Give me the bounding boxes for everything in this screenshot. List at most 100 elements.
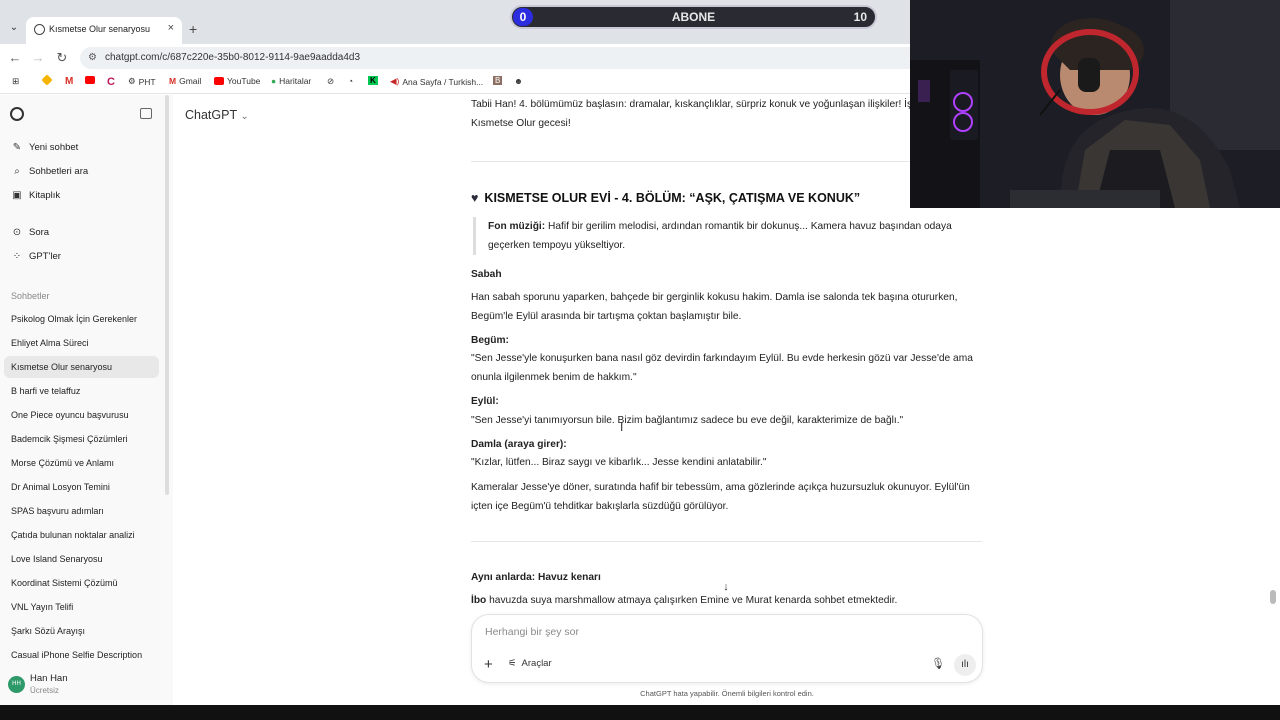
tab-search-chevron-icon[interactable]: ⌄ <box>6 20 22 36</box>
sora-button[interactable]: ⊙ Sora <box>11 227 49 238</box>
speaker-label: Damla (araya girer): <box>471 439 567 450</box>
search-chats-button[interactable]: ⌕ Sohbetleri ara <box>11 166 88 177</box>
edit-icon: ✎ <box>12 142 22 153</box>
chat-list-item[interactable]: Morse Çözümü ve Anlamı <box>4 452 159 474</box>
quote-text: Hafif bir gerilim melodisi, ardından rom… <box>488 221 952 251</box>
gmail-bookmark-icon-only[interactable]: M <box>65 76 73 87</box>
url-field[interactable]: ⚙ chatgpt.com/c/687c220e-35b0-8012-9114-… <box>80 47 920 69</box>
chat-list-item-active[interactable]: Kısmetse Olur senaryosu <box>4 356 159 378</box>
chats-heading: Sohbetler <box>11 291 50 301</box>
subscriber-count: 0 <box>513 8 533 26</box>
site-info-icon[interactable]: ⚙ <box>88 52 97 63</box>
tools-button[interactable]: ⚟ Araçlar <box>508 658 552 669</box>
turkish-bookmark[interactable]: ◀) Ana Sayfa / Turkish... <box>390 76 483 87</box>
speaker-label: Begüm: <box>471 335 509 346</box>
gmail-bookmark[interactable]: M Gmail <box>169 76 201 86</box>
bookmark-item[interactable]: ☻ <box>514 76 523 86</box>
sidebar-scrollbar[interactable] <box>165 95 169 495</box>
dialogue-line: "Sen Jesse'yle konuşurken bana nasıl göz… <box>471 353 973 383</box>
tab-close-icon[interactable]: × <box>168 22 174 34</box>
chat-list-item[interactable]: Çatıda bulunan noktalar analizi <box>4 524 159 546</box>
dialogue-line: "Kızlar, lütfen... Biraz saygı ve kibarl… <box>471 457 767 468</box>
new-chat-button[interactable]: ✎ Yeni sohbet <box>11 142 79 153</box>
taskbar-strip <box>0 705 1280 720</box>
bookmark-item[interactable]: ⊘ <box>327 76 334 87</box>
chat-list-item[interactable]: Casual iPhone Selfie Description <box>4 644 159 666</box>
search-icon: ⌕ <box>14 166 20 177</box>
youtube-icon <box>214 77 224 85</box>
chat-list-item[interactable]: One Piece oyuncu başvurusu <box>4 404 159 426</box>
voice-mode-icon[interactable]: ılı <box>954 654 976 676</box>
chat-list-item[interactable]: SPAS başvuru adımları <box>4 500 159 522</box>
person-icon: ☻ <box>514 76 523 86</box>
chatgpt-logo-icon[interactable] <box>10 107 24 121</box>
browser-tab[interactable]: Kısmetse Olur senaryosu × <box>26 17 182 44</box>
chat-list-item[interactable]: Şarkı Sözü Arayışı <box>4 620 159 642</box>
divider <box>471 541 982 542</box>
quote-label: Fon müziği: <box>488 221 546 232</box>
chat-list-item[interactable]: Koordinat Sistemi Çözümü <box>4 572 159 594</box>
chat-list-item[interactable]: Bademcik Şişmesi Çözümleri <box>4 428 159 450</box>
gpts-button[interactable]: ⁘ GPT'ler <box>11 251 61 262</box>
add-attachment-icon[interactable]: + <box>484 656 493 673</box>
chat-list-item[interactable]: B harfi ve telaffuz <box>4 380 159 402</box>
youtube-bookmark[interactable]: YouTube <box>214 76 260 86</box>
chat-list-item[interactable]: Psikolog Olmak İçin Gerekenler <box>4 308 159 330</box>
youtube-bookmark-icon-only[interactable] <box>85 76 95 84</box>
sliders-icon: ⚟ <box>508 658 517 669</box>
chrome-icon: C <box>107 76 115 88</box>
forward-arrow-icon[interactable]: → <box>30 50 46 65</box>
speaker-label: Eylül: <box>471 396 499 407</box>
bookmark-label: Ana Sayfa / Turkish... <box>402 76 484 87</box>
bookmark-item[interactable]: ◔ <box>348 76 353 86</box>
tab-title: Kısmetse Olur senaryosu <box>49 24 151 34</box>
scroll-down-arrow-icon[interactable]: ↓ <box>718 579 734 595</box>
maps-icon: ● <box>271 76 277 86</box>
nav-label: Sora <box>29 227 50 238</box>
microphone-icon[interactable]: 🎙 <box>931 657 945 670</box>
chat-list-item[interactable]: Dr Animal Losyon Temini <box>4 476 159 498</box>
maps-bookmark[interactable]: ● Haritalar <box>271 76 311 86</box>
scene-text-body: havuzda suya marshmallow atmaya çalışırk… <box>486 595 898 606</box>
model-selector[interactable]: ChatGPT ⌄ <box>185 108 249 122</box>
chrome-bookmark[interactable]: C <box>107 76 115 88</box>
prompt-input[interactable]: Herhangi bir şey sor <box>485 626 579 638</box>
back-arrow-icon[interactable]: ← <box>7 50 23 65</box>
new-tab-button[interactable]: + <box>189 21 197 37</box>
speaker-icon: ◀) <box>390 76 400 86</box>
bookmark-label: PHT <box>138 76 156 87</box>
disclaimer-text: ChatGPT hata yapabilir. Önemli bilgileri… <box>640 689 814 698</box>
b-icon: B <box>493 76 503 85</box>
bookmark-item[interactable]: B <box>493 76 503 85</box>
dialogue-line: "Sen Jesse'yi tanımıyorsun bile. Bizim b… <box>471 415 904 426</box>
k-icon: K <box>368 76 378 85</box>
model-name: ChatGPT <box>185 108 237 122</box>
bookmark-label: YouTube <box>227 76 261 86</box>
prompt-composer[interactable]: Herhangi bir şey sor + ⚟ Araçlar 🎙 ılı <box>471 614 983 683</box>
bookmark-item[interactable]: K <box>368 76 378 85</box>
user-plan: Ücretsiz <box>30 686 59 695</box>
blockquote: Fon müziği: Hafif bir gerilim melodisi, … <box>473 217 973 255</box>
chat-list-item[interactable]: Love Island Senaryosu <box>4 548 159 570</box>
episode-heading-text: KISMETSE OLUR EVİ - 4. BÖLÜM: “AŞK, ÇATI… <box>484 191 861 205</box>
library-button[interactable]: ▣ Kitaplık <box>11 190 60 201</box>
drive-bookmark[interactable] <box>41 74 53 86</box>
subscriber-goal-label: ABONE <box>671 10 716 24</box>
avatar: HH <box>8 676 25 693</box>
sidebar-toggle-icon[interactable] <box>140 108 152 119</box>
play-circle-icon: ⊙ <box>12 227 22 238</box>
webcam-image <box>910 0 1280 208</box>
grid-icon: ⁘ <box>12 251 22 262</box>
apps-grid-icon[interactable]: ⊞ <box>12 76 19 87</box>
gmail-icon: M <box>65 76 74 87</box>
subscriber-goal-bar: ABONE 0 10 <box>510 5 877 29</box>
chat-list-item[interactable]: Ehliyet Alma Süreci <box>4 332 159 354</box>
episode-heading: ♥ KISMETSE OLUR EVİ - 4. BÖLÜM: “AŞK, ÇAT… <box>471 189 860 208</box>
page-scrollbar[interactable] <box>1270 590 1276 604</box>
reload-icon[interactable]: ↻ <box>54 50 70 66</box>
sidebar: ✎ Yeni sohbet ⌕ Sohbetleri ara ▣ Kitaplık ⊙… <box>0 95 173 705</box>
nav-label: GPT'ler <box>29 251 61 262</box>
pht-bookmark[interactable]: ⚙ PHT <box>128 76 156 87</box>
screen: ⌄ Kısmetse Olur senaryosu × + ← → ↻ ⚙ ch… <box>0 0 1280 720</box>
chat-list-item[interactable]: VNL Yayın Telifi <box>4 596 159 618</box>
